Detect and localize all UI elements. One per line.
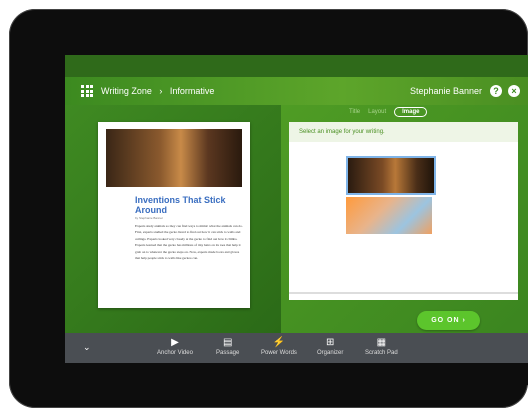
notepad-icon: ▦ <box>376 337 387 348</box>
bottom-toolbar: ⌄ ▶ Anchor Video ▤ Passage ⚡ Power Words… <box>65 333 528 363</box>
image-picker-instruction: Select an image for your writing. <box>289 122 518 142</box>
grid-menu-icon[interactable] <box>81 85 93 97</box>
tablet-frame: Writing Zone › Informative Stephanie Ban… <box>9 9 528 408</box>
app-screen: Writing Zone › Informative Stephanie Ban… <box>65 55 528 385</box>
video-icon: ▶ <box>171 337 179 348</box>
article-body: Experts study animals so they can find w… <box>135 224 243 261</box>
breadcrumb-current: Informative <box>169 86 215 96</box>
chevron-right-icon: › <box>159 86 163 96</box>
article-byline: by Stephanie Banner <box>135 216 164 220</box>
breadcrumb-root[interactable]: Writing Zone <box>101 86 152 96</box>
tab-layout[interactable]: Layout <box>368 109 386 115</box>
toolbar-item-scratch-pad[interactable]: ▦ Scratch Pad <box>365 337 398 357</box>
toolbar-label: Anchor Video <box>157 350 193 356</box>
toolbar-item-power-words[interactable]: ⚡ Power Words <box>261 337 297 357</box>
help-icon[interactable]: ? <box>490 85 502 97</box>
chevron-down-icon[interactable]: ⌄ <box>83 342 91 353</box>
gecko-image <box>106 129 242 187</box>
document-preview: Inventions That Stick Around by Stephani… <box>98 122 250 308</box>
screen-bottom-bezel <box>65 363 528 385</box>
go-on-button[interactable]: GO ON › <box>417 311 480 330</box>
tab-image[interactable]: Image <box>394 107 428 117</box>
organizer-icon: ⊞ <box>325 337 335 348</box>
toolbar-item-passage[interactable]: ▤ Passage <box>216 337 240 357</box>
scrollbar[interactable] <box>289 292 518 294</box>
image-picker-panel: Select an image for your writing. <box>289 122 518 300</box>
tab-bar: Title Layout Image <box>349 107 428 117</box>
image-option-gecko[interactable] <box>346 156 436 195</box>
header-bar: Writing Zone › Informative Stephanie Ban… <box>65 77 528 105</box>
document-icon: ▤ <box>222 337 233 348</box>
toolbar-label: Power Words <box>261 350 297 356</box>
breadcrumb: Writing Zone › Informative <box>101 86 214 96</box>
toolbar-item-anchor-video[interactable]: ▶ Anchor Video <box>157 337 193 357</box>
article-title: Inventions That Stick Around <box>135 195 226 215</box>
toolbar-label: Organizer <box>317 350 344 356</box>
power-words-icon: ⚡ <box>272 337 286 348</box>
options-pane: Title Layout Image Select an image for y… <box>281 105 528 333</box>
toolbar-item-organizer[interactable]: ⊞ Organizer <box>317 337 344 357</box>
tab-title[interactable]: Title <box>349 109 360 115</box>
preview-pane: Inventions That Stick Around by Stephani… <box>65 105 281 333</box>
image-option-gecko-feet[interactable] <box>346 197 432 234</box>
toolbar-label: Scratch Pad <box>365 350 398 356</box>
toolbar-label: Passage <box>216 350 240 356</box>
user-name: Stephanie Banner <box>409 86 482 96</box>
close-icon[interactable]: × <box>508 85 520 97</box>
